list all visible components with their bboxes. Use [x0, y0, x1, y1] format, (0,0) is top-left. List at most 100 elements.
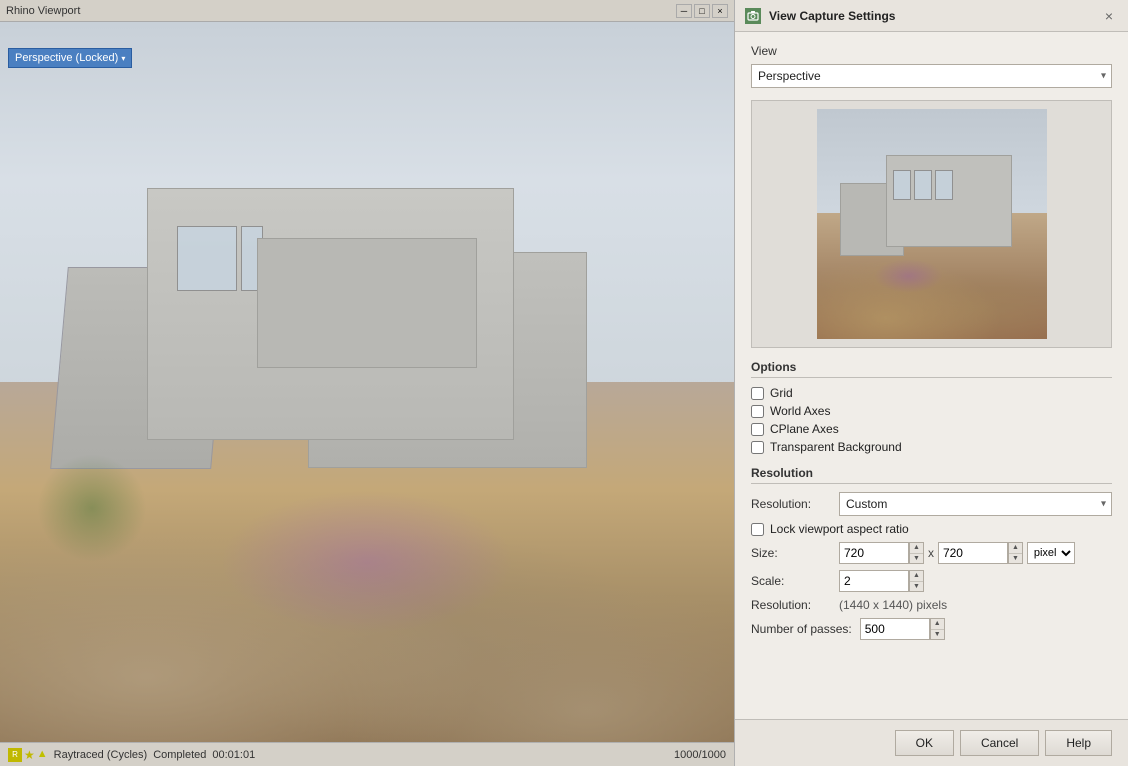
- resolution-info-value: (1440 x 1440) pixels: [839, 598, 947, 612]
- passes-row: Number of passes: ▲ ▼: [751, 618, 1112, 640]
- size-control-area: ▲ ▼ x ▲ ▼ pixels inches: [839, 542, 1112, 564]
- options-section: Options Grid World Axes CPlane Axes Tran…: [751, 360, 1112, 454]
- preview-building-main: [886, 155, 1013, 247]
- view-dropdown-wrapper[interactable]: Perspective Top Front Right: [751, 64, 1112, 88]
- minimize-button[interactable]: ─: [676, 4, 692, 18]
- width-up-arrow[interactable]: ▲: [910, 543, 923, 554]
- render-time-text: 00:01:01: [212, 749, 255, 761]
- view-dropdown[interactable]: Perspective Top Front Right: [751, 64, 1112, 88]
- viewport-titlebar: Rhino Viewport ─ □ ×: [0, 0, 734, 22]
- resolution-dropdown-row: Resolution: Custom Viewport 1920x1080 (H…: [751, 492, 1112, 516]
- view-section: View Perspective Top Front Right: [751, 44, 1112, 88]
- preview-container: [751, 100, 1112, 348]
- width-input[interactable]: [839, 542, 909, 564]
- help-button[interactable]: Help: [1045, 730, 1112, 756]
- preview-image: [817, 109, 1047, 339]
- world-axes-label: World Axes: [770, 404, 830, 418]
- cplane-axes-checkbox-row: CPlane Axes: [751, 422, 1112, 436]
- scale-input[interactable]: [839, 570, 909, 592]
- resolution-dropdown-area[interactable]: Custom Viewport 1920x1080 (HD) 3840x2160…: [839, 492, 1112, 516]
- height-input[interactable]: [938, 542, 1008, 564]
- render-progress-text: 1000/1000: [674, 749, 726, 761]
- height-up-arrow[interactable]: ▲: [1009, 543, 1022, 554]
- window-pane: [177, 226, 237, 291]
- width-down-arrow[interactable]: ▼: [910, 554, 923, 564]
- resolution-header: Resolution: [751, 466, 1112, 484]
- passes-spinner-group: ▲ ▼: [860, 618, 945, 640]
- render-background: [0, 22, 734, 742]
- scale-down-arrow[interactable]: ▼: [910, 582, 923, 592]
- render-mode-text: Raytraced (Cycles): [54, 749, 148, 761]
- viewport-titlebar-buttons: ─ □ ×: [676, 4, 728, 18]
- grid-checkbox-row: Grid: [751, 386, 1112, 400]
- view-section-label: View: [751, 44, 1112, 58]
- transparent-bg-checkbox[interactable]: [751, 441, 764, 454]
- scale-up-arrow[interactable]: ▲: [910, 571, 923, 582]
- status-icon-star: ★: [24, 748, 35, 762]
- viewport-title: Rhino Viewport: [6, 5, 80, 17]
- height-spinner-group: ▲ ▼: [938, 542, 1023, 564]
- status-left: R ★ ▲ Raytraced (Cycles) Completed 00:01…: [8, 748, 255, 762]
- perspective-locked-label: Perspective (Locked): [15, 52, 118, 64]
- settings-footer: OK Cancel Help: [735, 719, 1128, 766]
- transparent-bg-label: Transparent Background: [770, 440, 902, 454]
- settings-title-text: View Capture Settings: [769, 9, 1092, 23]
- height-down-arrow[interactable]: ▼: [1009, 554, 1022, 564]
- perspective-locked-button[interactable]: Perspective (Locked) ▾: [8, 48, 132, 68]
- width-arrows: ▲ ▼: [909, 542, 924, 564]
- preview-window: [935, 170, 953, 200]
- viewport-panel: Rhino Viewport ─ □ × Perspective (Locked…: [0, 0, 734, 766]
- lock-aspect-row: Lock viewport aspect ratio: [751, 522, 1112, 536]
- status-icon-box: R: [8, 748, 22, 762]
- ok-button[interactable]: OK: [895, 730, 954, 756]
- size-label: Size:: [751, 546, 831, 560]
- passes-arrows: ▲ ▼: [930, 618, 945, 640]
- perspective-dropdown-arrow: ▾: [121, 54, 125, 63]
- height-arrows: ▲ ▼: [1008, 542, 1023, 564]
- resolution-dropdown-label: Resolution:: [751, 497, 831, 511]
- grid-checkbox[interactable]: [751, 387, 764, 400]
- passes-down-arrow[interactable]: ▼: [931, 630, 944, 640]
- camera-icon: [745, 8, 761, 24]
- status-right: 1000/1000: [674, 749, 726, 761]
- resolution-info-row: Resolution: (1440 x 1440) pixels: [751, 598, 1112, 612]
- size-row: Size: ▲ ▼ x ▲ ▼: [751, 542, 1112, 564]
- scale-control-area: ▲ ▼: [839, 570, 1112, 592]
- passes-control-area: ▲ ▼: [860, 618, 1112, 640]
- transparent-bg-checkbox-row: Transparent Background: [751, 440, 1112, 454]
- cplane-axes-label: CPlane Axes: [770, 422, 839, 436]
- scale-spinner-group: ▲ ▼: [839, 570, 924, 592]
- passes-up-arrow[interactable]: ▲: [931, 619, 944, 630]
- world-axes-checkbox[interactable]: [751, 405, 764, 418]
- resolution-section: Resolution Resolution: Custom Viewport 1…: [751, 466, 1112, 640]
- passes-label: Number of passes:: [751, 622, 852, 636]
- scale-label: Scale:: [751, 574, 831, 588]
- lock-aspect-checkbox[interactable]: [751, 523, 764, 536]
- building-top: [257, 238, 477, 368]
- flowers-layer: [220, 490, 514, 634]
- settings-panel: View Capture Settings × View Perspective…: [734, 0, 1128, 766]
- status-icons: R ★ ▲: [8, 748, 48, 762]
- resolution-dropdown-wrapper[interactable]: Custom Viewport 1920x1080 (HD) 3840x2160…: [839, 492, 1112, 516]
- preview-window: [914, 170, 932, 200]
- vegetation-layer: [37, 454, 147, 562]
- maximize-button[interactable]: □: [694, 4, 710, 18]
- viewport-canvas: Perspective (Locked) ▾: [0, 22, 734, 742]
- preview-flowers: [874, 259, 943, 294]
- viewport-statusbar: R ★ ▲ Raytraced (Cycles) Completed 00:01…: [0, 742, 734, 766]
- close-settings-button[interactable]: ×: [1100, 7, 1118, 25]
- width-spinner-group: ▲ ▼: [839, 542, 924, 564]
- resolution-dropdown[interactable]: Custom Viewport 1920x1080 (HD) 3840x2160…: [839, 492, 1112, 516]
- cancel-button[interactable]: Cancel: [960, 730, 1039, 756]
- close-viewport-button[interactable]: ×: [712, 4, 728, 18]
- render-state-text: Completed: [153, 749, 206, 761]
- settings-body: View Perspective Top Front Right: [735, 32, 1128, 719]
- cplane-axes-checkbox[interactable]: [751, 423, 764, 436]
- scale-arrows: ▲ ▼: [909, 570, 924, 592]
- preview-windows: [893, 170, 953, 200]
- passes-input[interactable]: [860, 618, 930, 640]
- scale-row: Scale: ▲ ▼: [751, 570, 1112, 592]
- resolution-info-label: Resolution:: [751, 598, 831, 612]
- unit-dropdown[interactable]: pixels inches cm: [1027, 542, 1075, 564]
- status-icon-triangle: ▲: [37, 748, 48, 762]
